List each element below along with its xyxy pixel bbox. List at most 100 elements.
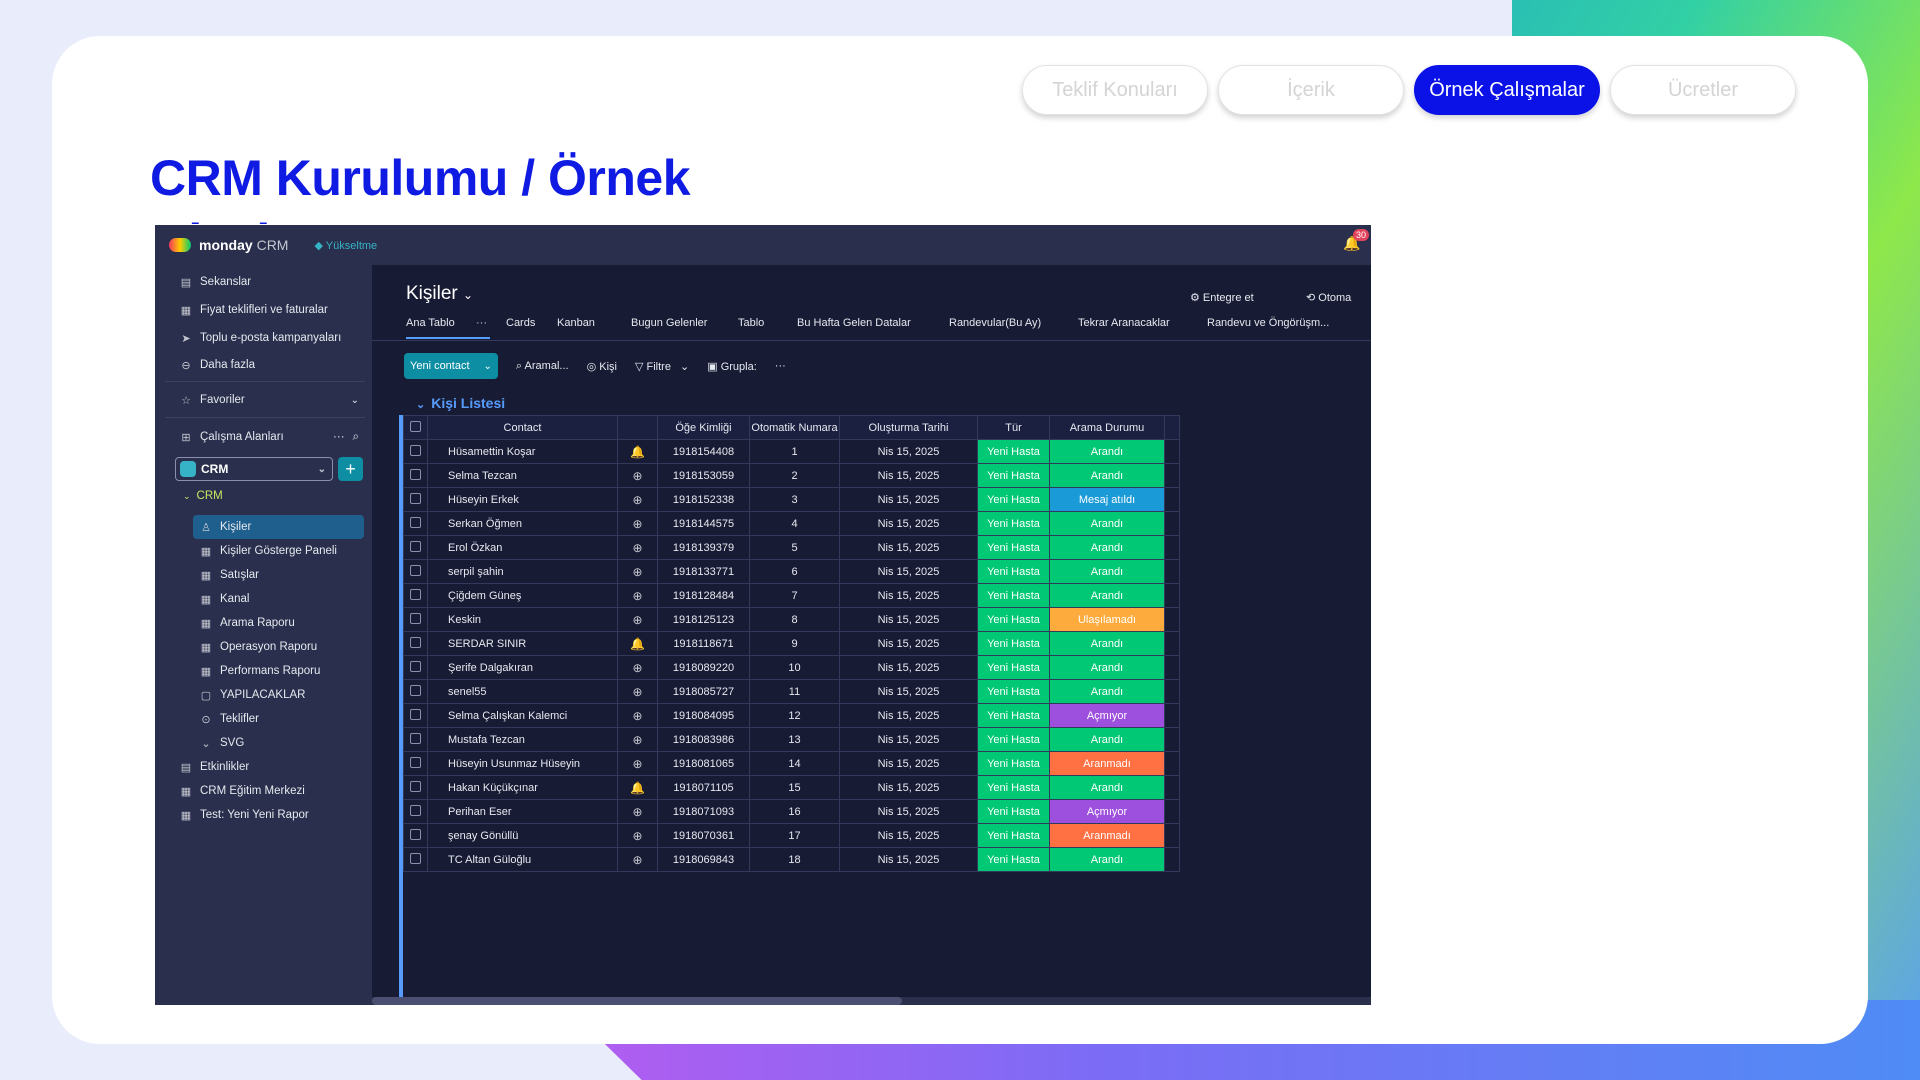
call-status-cell[interactable]: Arandı [1049, 631, 1165, 656]
contact-name[interactable]: Selma Çalışkan Kalemci [427, 703, 618, 728]
sidebar-board-kanal[interactable]: ▦ Kanal [199, 588, 250, 610]
sidebar-board-satislar[interactable]: ▦ Satışlar [199, 564, 259, 586]
type-cell[interactable]: Yeni Hasta [977, 799, 1050, 824]
person-filter-button[interactable]: ◎ Kişi [587, 360, 617, 373]
add-item-button[interactable]: + [338, 457, 363, 481]
row-checkbox[interactable] [403, 823, 428, 848]
contact-name[interactable]: Şerife Dalgakıran [427, 655, 618, 680]
tab-cards[interactable]: Cards [506, 317, 557, 337]
table-row[interactable]: Keskin ⊕ 1918125123 8 Nis 15, 2025 Yeni Hasta… [403, 607, 1180, 632]
type-cell[interactable]: Yeni Hasta [977, 439, 1050, 464]
table-row[interactable]: Hakan Küçükçınar 🔔 1918071105 15 Nis 15, 202… [403, 775, 1180, 800]
tab-tablo[interactable]: Tablo [738, 317, 797, 337]
tab-ana-tablo[interactable]: Ana Tablo [406, 317, 476, 337]
call-status-cell[interactable]: Arandı [1049, 559, 1165, 584]
type-cell[interactable]: Yeni Hasta [977, 823, 1050, 848]
column-header-type[interactable]: Tür [977, 415, 1050, 440]
tab-randevular[interactable]: Randevular(Bu Ay) [949, 317, 1078, 337]
call-status-cell[interactable]: Açmıyor [1049, 799, 1165, 824]
sidebar-item-test-rapor[interactable]: ▦ Test: Yeni Yeni Rapor [179, 804, 309, 826]
table-row[interactable]: Hüsamettin Koşar 🔔 1918154408 1 Nis 15, 2025… [403, 439, 1180, 464]
call-status-cell[interactable]: Açmıyor [1049, 703, 1165, 728]
call-status-cell[interactable]: Arandı [1049, 583, 1165, 608]
row-checkbox[interactable] [403, 727, 428, 752]
sidebar-item-daha-fazla[interactable]: ⊖ Daha fazla [179, 354, 255, 376]
column-header-call-status[interactable]: Arama Durumu [1049, 415, 1165, 440]
contact-name[interactable]: senel55 [427, 679, 618, 704]
contact-name[interactable]: Erol Özkan [427, 535, 618, 560]
table-row[interactable]: Şerife Dalgakıran ⊕ 1918089220 10 Nis 15, 20… [403, 655, 1180, 680]
call-status-cell[interactable]: Arandı [1049, 847, 1165, 872]
sidebar-folder-svg[interactable]: ⌄ SVG [199, 732, 244, 754]
row-checkbox[interactable] [403, 439, 428, 464]
contact-name[interactable]: Hüseyin Usunmaz Hüseyin [427, 751, 618, 776]
row-checkbox[interactable] [403, 679, 428, 704]
type-cell[interactable]: Yeni Hasta [977, 487, 1050, 512]
row-checkbox[interactable] [403, 775, 428, 800]
table-row[interactable]: Serkan Öğmen ⊕ 1918144575 4 Nis 15, 2025 Yeni… [403, 511, 1180, 536]
sidebar-board-kisiler-gosterge[interactable]: ▦ Kişiler Gösterge Paneli [199, 540, 337, 562]
row-checkbox[interactable] [403, 655, 428, 680]
type-cell[interactable]: Yeni Hasta [977, 847, 1050, 872]
nav-teklif-konulari[interactable]: Teklif Konuları [1022, 65, 1208, 115]
type-cell[interactable]: Yeni Hasta [977, 727, 1050, 752]
add-update-icon[interactable]: ⊕ [617, 679, 658, 704]
add-update-icon[interactable]: ⊕ [617, 559, 658, 584]
add-update-icon[interactable]: ⊕ [617, 487, 658, 512]
sidebar-item-etkinlikler[interactable]: ▤ Etkinlikler [179, 756, 249, 778]
type-cell[interactable]: Yeni Hasta [977, 655, 1050, 680]
more-dots-icon[interactable]: ··· [775, 360, 786, 372]
tab-tekrar-aranacaklar[interactable]: Tekrar Aranacaklar [1078, 317, 1207, 337]
workspace-selector[interactable]: CRM ⌄ [175, 457, 333, 481]
add-update-icon[interactable]: ⊕ [617, 655, 658, 680]
tab-bugun-gelenler[interactable]: Bugun Gelenler [631, 317, 738, 337]
more-dots-icon[interactable]: ··· [476, 317, 506, 337]
new-contact-button[interactable]: Yeni contact ⌄ [404, 353, 498, 379]
type-cell[interactable]: Yeni Hasta [977, 631, 1050, 656]
table-row[interactable]: TC Altan Güloğlu ⊕ 1918069843 18 Nis 15, 202… [403, 847, 1180, 872]
call-status-cell[interactable]: Arandı [1049, 511, 1165, 536]
filter-button[interactable]: ▽ Filtre ⌄ [635, 360, 689, 373]
call-status-cell[interactable]: Arandı [1049, 439, 1165, 464]
sidebar-item-toplu-eposta[interactable]: ➤ Toplu e-posta kampanyaları [179, 327, 341, 349]
type-cell[interactable]: Yeni Hasta [977, 511, 1050, 536]
table-row[interactable]: Selma Tezcan ⊕ 1918153059 2 Nis 15, 2025 Yeni… [403, 463, 1180, 488]
type-cell[interactable]: Yeni Hasta [977, 607, 1050, 632]
type-cell[interactable]: Yeni Hasta [977, 463, 1050, 488]
updates-bell-icon[interactable]: 🔔 [617, 631, 658, 656]
chevron-down-icon[interactable]: ⌄ [484, 361, 492, 372]
sidebar-board-performans-raporu[interactable]: ▦ Performans Raporu [199, 660, 321, 682]
call-status-cell[interactable]: Ulaşılamadı [1049, 607, 1165, 632]
select-all-checkbox[interactable] [403, 415, 428, 440]
table-row[interactable]: senel55 ⊕ 1918085727 11 Nis 15, 2025 Yeni Has… [403, 679, 1180, 704]
table-row[interactable]: SERDAR SINIR 🔔 1918118671 9 Nis 15, 2025 Yeni… [403, 631, 1180, 656]
contact-name[interactable]: Selma Tezcan [427, 463, 618, 488]
integrate-button[interactable]: ⚙ Entegre et [1190, 291, 1254, 304]
column-header-contact[interactable]: Contact [427, 415, 618, 440]
search-button[interactable]: ⌕ Aramal... [516, 360, 569, 373]
column-header-auto-number[interactable]: Otomatik Numara [749, 415, 840, 440]
call-status-cell[interactable]: Arandı [1049, 655, 1165, 680]
add-update-icon[interactable]: ⊕ [617, 511, 658, 536]
add-update-icon[interactable]: ⊕ [617, 847, 658, 872]
type-cell[interactable]: Yeni Hasta [977, 751, 1050, 776]
more-dots-icon[interactable]: ··· [333, 431, 345, 443]
add-update-icon[interactable]: ⊕ [617, 703, 658, 728]
call-status-cell[interactable]: Aranmadı [1049, 751, 1165, 776]
sidebar-board-arama-raporu[interactable]: ▦ Arama Raporu [199, 612, 295, 634]
row-checkbox[interactable] [403, 703, 428, 728]
table-row[interactable]: serpil şahin ⊕ 1918133771 6 Nis 15, 2025 Yeni… [403, 559, 1180, 584]
sidebar-favorites[interactable]: ☆ Favoriler ⌄ [179, 389, 359, 411]
column-header-item-id[interactable]: Öğe Kimliği [657, 415, 750, 440]
group-header[interactable]: ⌄ Kişi Listesi [416, 395, 505, 411]
type-cell[interactable]: Yeni Hasta [977, 775, 1050, 800]
call-status-cell[interactable]: Aranmadı [1049, 823, 1165, 848]
contact-name[interactable]: şenay Gönüllü [427, 823, 618, 848]
type-cell[interactable]: Yeni Hasta [977, 679, 1050, 704]
contact-name[interactable]: Perihan Eser [427, 799, 618, 824]
contact-name[interactable]: Keskin [427, 607, 618, 632]
contact-name[interactable]: Hakan Küçükçınar [427, 775, 618, 800]
board-title[interactable]: Kişiler ⌄ [406, 283, 473, 305]
type-cell[interactable]: Yeni Hasta [977, 703, 1050, 728]
table-row[interactable]: Hüseyin Erkek ⊕ 1918152338 3 Nis 15, 2025 Yen… [403, 487, 1180, 512]
